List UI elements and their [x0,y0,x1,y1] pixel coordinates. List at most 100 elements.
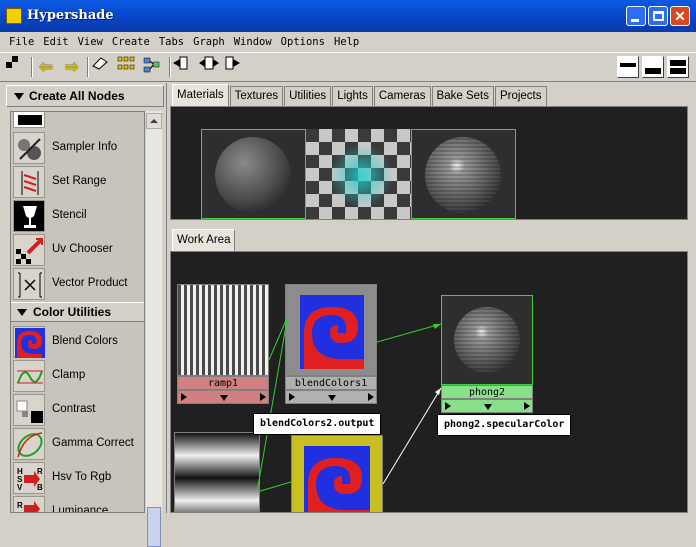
node-contrast[interactable]: Contrast [13,394,144,426]
node-gamma-correct[interactable]: Gamma Correct [13,428,144,460]
toggle-panel-icon [6,56,18,68]
node-label: Gamma Correct [52,437,134,449]
toolbar: ⇦ ⇨ [0,52,696,82]
node-luminance[interactable]: R Luminance [13,496,144,513]
output-port-icon [260,393,266,401]
menu-tabs[interactable]: Tabs [159,33,184,51]
phong-thumbnail [441,295,533,385]
expand-icon [328,395,336,401]
expand-icon [220,395,228,401]
tab-materials[interactable]: Materials [172,84,229,106]
node-blend-colors[interactable]: Blend Colors [13,326,144,358]
node-name-label: ramp1 [177,376,269,390]
blend-colors-thumbnail [291,435,383,512]
hypershade-app-icon [6,8,22,24]
node-ports[interactable] [285,390,377,404]
layout-split-button[interactable] [667,56,689,78]
tab-bake-sets[interactable]: Bake Sets [431,86,494,106]
node-stencil[interactable]: Stencil [13,200,144,232]
tab-utilities[interactable]: Utilities [284,86,332,106]
menu-edit[interactable]: Edit [43,33,68,51]
clamp-icon [13,360,45,392]
create-nodes-panel: Create All Nodes Sampler Info Set Range … [0,83,167,547]
node-label: Sampler Info [52,141,118,153]
toggle-panel-button[interactable] [6,56,28,78]
tab-lights[interactable]: Lights [332,86,373,106]
minimize-icon [631,19,639,22]
menu-bar: File Edit View Create Tabs Graph Window … [0,33,696,51]
partial-node-icon [13,112,45,128]
output-connections-icon [225,56,240,70]
material-swatch-phong[interactable] [411,129,516,219]
menu-window[interactable]: Window [234,33,272,51]
node-set-range[interactable]: Set Range [13,166,144,198]
node-uv-chooser[interactable]: Uv Chooser [13,234,144,266]
tab-projects[interactable]: Projects [494,86,547,106]
set-range-icon [13,166,45,198]
materials-panel [170,106,688,220]
menu-file[interactable]: File [9,33,34,51]
input-connections-icon [173,56,188,70]
menu-help[interactable]: Help [334,33,359,51]
input-output-connections-icon [199,56,219,70]
arrow-right-icon: ⇨ [65,59,79,76]
scroll-up-button[interactable] [146,113,162,129]
node-label: Stencil [52,209,87,221]
node-hsv-to-rgb[interactable]: HSVRB Hsv To Rgb [13,462,144,494]
color-utilities-section[interactable]: Color Utilities [11,302,144,322]
sampler-info-icon [13,132,45,164]
luminance-icon: R [13,496,45,512]
work-area-graph[interactable]: ramp1 blendColors1 phong2 blendColors2.o… [170,251,688,513]
node-vector-product[interactable]: Vector Product [13,268,144,300]
vector-product-icon [13,268,45,300]
node-sampler-info[interactable]: Sampler Info [13,132,144,164]
network-icon [143,57,160,73]
texture-swatch-checker[interactable] [306,129,411,219]
target-attribute-tooltip: phong2.specularColor [437,414,572,436]
input-output-connections-button[interactable] [199,56,221,78]
node-list-scrollbar[interactable] [146,111,162,547]
graph-materials-button[interactable] [143,56,165,78]
material-swatch-lambert[interactable] [201,129,306,219]
svg-text:R: R [37,467,43,476]
output-connections-button[interactable] [225,56,247,78]
forward-button[interactable]: ⇨ [61,56,83,78]
node-label: Uv Chooser [52,243,113,255]
svg-text:B: B [37,483,43,492]
tab-cameras[interactable]: Cameras [373,86,431,106]
list-item[interactable] [13,112,144,128]
layout-top-tabs-button[interactable] [617,56,639,78]
gamma-correct-icon [13,428,45,460]
minimize-button[interactable] [626,6,646,26]
menu-create[interactable]: Create [112,33,150,51]
create-all-nodes-label: Create All Nodes [29,89,125,103]
uv-chooser-icon [13,234,45,266]
toolbar-separator [31,57,33,77]
node-clamp[interactable]: Clamp [13,360,144,392]
title-bar[interactable]: Hypershade ✕ [0,0,696,32]
input-connections-button[interactable] [173,56,195,78]
close-icon: ✕ [674,8,686,24]
rearrange-graph-button[interactable] [117,56,139,78]
ramp-gradient-thumbnail [174,432,260,512]
node-ports[interactable] [441,399,533,413]
clear-graph-button[interactable] [91,56,113,78]
scroll-thumb[interactable] [147,507,161,547]
node-label: Luminance [52,505,109,513]
tab-textures[interactable]: Textures [229,86,284,106]
back-button[interactable]: ⇦ [35,56,57,78]
maximize-button[interactable] [648,6,668,26]
expand-icon [484,404,492,410]
node-label: Set Range [52,175,107,187]
menu-view[interactable]: View [78,33,103,51]
layout-bottom-tabs-button[interactable] [642,56,664,78]
tab-work-area[interactable]: Work Area [172,229,236,251]
node-ports[interactable] [177,390,269,404]
create-all-nodes-dropdown[interactable]: Create All Nodes [6,85,164,107]
menu-graph[interactable]: Graph [193,33,225,51]
node-label: Contrast [52,403,96,415]
input-port-icon [445,402,451,410]
menu-options[interactable]: Options [281,33,325,51]
close-button[interactable]: ✕ [670,6,690,26]
source-attribute-tooltip: blendColors2.output [253,413,382,435]
